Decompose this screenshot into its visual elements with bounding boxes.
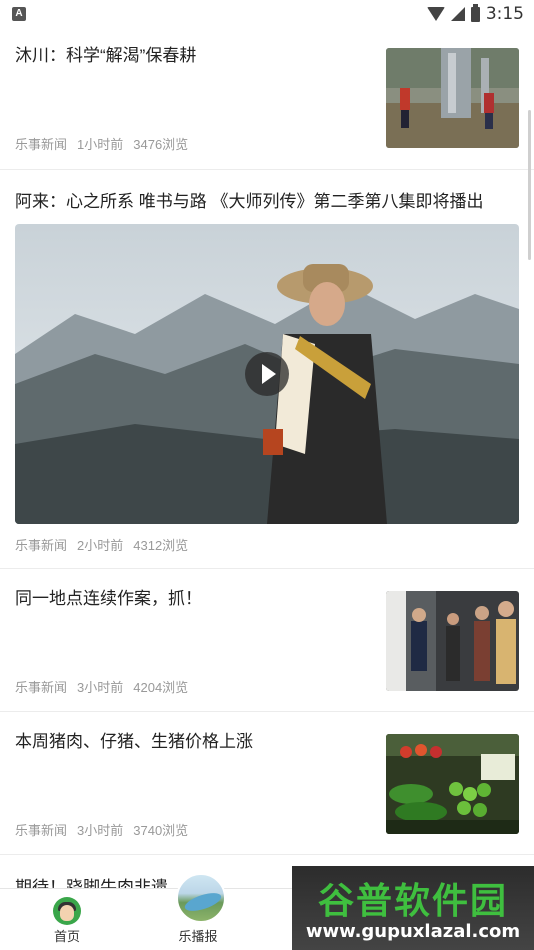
news-meta: 乐事新闻 2小时前 4312浏览: [15, 535, 188, 554]
news-source: 乐事新闻: [15, 680, 68, 695]
battery-icon: [470, 3, 480, 22]
news-time: 2小时前: [77, 538, 124, 553]
signal-icon: [450, 7, 465, 21]
news-source: 乐事新闻: [15, 823, 68, 838]
news-views: 3476浏览: [133, 137, 189, 152]
news-item[interactable]: 同一地点连续作案，抓！ 乐事新闻 3小时前 4204浏览: [0, 569, 534, 712]
news-item[interactable]: 沐川：科学“解渴”保春耕 乐事新闻 1小时前 3476浏览: [0, 28, 534, 170]
news-source: 乐事新闻: [15, 538, 68, 553]
news-time: 3小时前: [77, 823, 124, 838]
tab-home[interactable]: 首页: [12, 889, 122, 950]
news-title: 阿来：心之所系 唯书与路 《大师列传》第二季第八集即将播出: [15, 192, 484, 211]
news-source: 乐事新闻: [15, 137, 68, 152]
news-title: 沐川：科学“解渴”保春耕: [15, 46, 197, 65]
farm-drilling-image: [386, 48, 519, 148]
news-views: 4312浏览: [133, 538, 189, 553]
news-thumbnail: [386, 48, 519, 148]
market-produce-image: [386, 734, 519, 834]
video-cover[interactable]: [15, 224, 519, 524]
tab-broadcast[interactable]: 乐播报: [143, 873, 253, 950]
broadcast-icon: [176, 873, 226, 923]
news-feed[interactable]: 沐川：科学“解渴”保春耕 乐事新闻 1小时前 3476浏览 阿来：心之所系 唯书…: [0, 28, 534, 888]
home-avatar-icon: [53, 897, 81, 925]
news-title: 同一地点连续作案，抓！: [15, 589, 202, 608]
watermark-title: 谷普软件园: [317, 881, 508, 922]
news-meta: 乐事新闻 3小时前 3740浏览: [15, 820, 188, 839]
wifi-icon: [426, 7, 445, 21]
news-time: 3小时前: [77, 680, 124, 695]
news-thumbnail: [386, 591, 519, 691]
news-meta: 乐事新闻 1小时前 3476浏览: [15, 134, 188, 153]
status-time: 3:15: [485, 4, 524, 24]
news-item-video[interactable]: 阿来：心之所系 唯书与路 《大师列传》第二季第八集即将播出 乐事新闻 2小时前 …: [0, 170, 534, 569]
news-thumbnail: [386, 734, 519, 834]
news-title: 期待！跷脚牛肉非遗……: [15, 878, 202, 888]
news-time: 1小时前: [77, 137, 124, 152]
news-views: 3740浏览: [133, 823, 189, 838]
watermark: 谷普软件园 www.gupuxlazal.com: [292, 866, 534, 950]
tab-home-label: 首页: [53, 929, 80, 944]
notification-badge-icon: A: [12, 7, 26, 21]
news-item[interactable]: 本周猪肉、仔猪、生猪价格上涨 乐事新闻 3小时前 3740浏览: [0, 712, 534, 855]
play-icon[interactable]: [245, 352, 289, 396]
watermark-url: www.gupuxlazal.com: [305, 921, 521, 942]
tab-broadcast-label: 乐播报: [178, 929, 218, 944]
news-meta: 乐事新闻 3小时前 4204浏览: [15, 677, 188, 696]
status-bar: A 3:15: [0, 0, 534, 28]
news-title: 本周猪肉、仔猪、生猪价格上涨: [15, 732, 253, 751]
status-icons: 3:15: [426, 3, 524, 24]
police-scene-image: [386, 591, 519, 691]
feed-scrollbar[interactable]: [528, 110, 531, 260]
news-views: 4204浏览: [133, 680, 189, 695]
